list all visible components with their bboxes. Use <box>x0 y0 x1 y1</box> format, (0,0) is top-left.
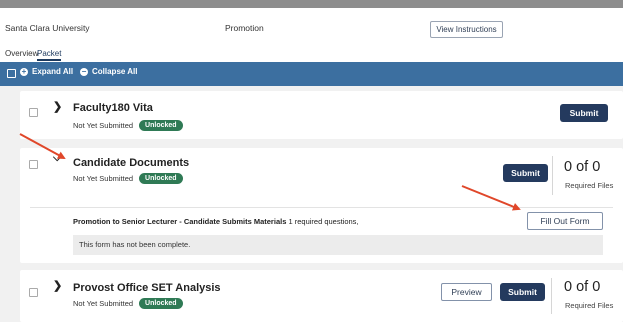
case-type: Promotion <box>225 23 264 33</box>
section-faculty180-vita: ❯ Faculty180 Vita Not Yet Submitted Unlo… <box>20 91 623 139</box>
unlocked-badge: Unlocked <box>139 298 183 309</box>
unlocked-badge: Unlocked <box>139 173 183 184</box>
unlocked-badge: Unlocked <box>139 120 183 131</box>
section-provost-office-set-analysis: ❯ Provost Office SET Analysis Not Yet Su… <box>20 270 623 322</box>
app-frame: Santa Clara University Promotion View In… <box>0 8 623 322</box>
section-candidate-documents: ⌵ Candidate Documents Not Yet Submitted … <box>20 148 623 263</box>
tab-overview[interactable]: Overview <box>5 49 38 58</box>
packet-toolbar: + Expand All − Collapse All <box>0 62 623 86</box>
chevron-down-icon[interactable]: ⌵ <box>53 152 61 165</box>
tab-packet[interactable]: Packet <box>37 49 62 61</box>
file-count: 0 of 0 <box>564 279 601 295</box>
section-checkbox[interactable] <box>29 160 38 169</box>
preview-button[interactable]: Preview <box>441 283 492 301</box>
form-row: Promotion to Senior Lecturer - Candidate… <box>73 217 359 226</box>
section-checkbox[interactable] <box>29 108 38 117</box>
section-status: Not Yet Submitted Unlocked <box>73 298 183 309</box>
submit-button[interactable]: Submit <box>500 283 545 301</box>
case-tabs: Overview Packet <box>0 48 623 62</box>
file-count: 0 of 0 <box>564 159 601 175</box>
section-title: Candidate Documents <box>73 157 190 169</box>
form-title: Promotion to Senior Lecturer - Candidate… <box>73 217 287 226</box>
section-checkbox[interactable] <box>29 288 38 297</box>
collapse-all-label: Collapse All <box>92 67 138 76</box>
chevron-right-icon[interactable]: ❯ <box>53 279 62 292</box>
collapse-all-button[interactable]: − Collapse All <box>80 67 138 76</box>
status-text: Not Yet Submitted <box>73 174 134 183</box>
expand-all-label: Expand All <box>32 67 74 76</box>
form-questions: 1 required questions, <box>288 217 359 226</box>
fill-out-form-button[interactable]: Fill Out Form <box>527 212 603 230</box>
expand-all-button[interactable]: + Expand All <box>20 67 73 76</box>
section-status: Not Yet Submitted Unlocked <box>73 173 183 184</box>
minus-circle-icon: − <box>80 66 88 76</box>
case-header: Santa Clara University Promotion View In… <box>0 8 623 48</box>
divider <box>552 156 553 195</box>
submit-button[interactable]: Submit <box>503 164 548 182</box>
divider <box>551 278 552 314</box>
section-title: Provost Office SET Analysis <box>73 282 221 294</box>
required-files-label: Required Files <box>565 181 614 190</box>
submit-button[interactable]: Submit <box>560 104 608 122</box>
chevron-right-icon[interactable]: ❯ <box>53 100 62 113</box>
form-status-note: This form has not been complete. <box>73 235 603 255</box>
section-title: Faculty180 Vita <box>73 102 153 114</box>
view-instructions-button[interactable]: View Instructions <box>430 21 503 38</box>
divider <box>30 207 613 208</box>
section-status: Not Yet Submitted Unlocked <box>73 120 183 131</box>
select-all-checkbox[interactable] <box>7 69 16 78</box>
status-text: Not Yet Submitted <box>73 121 134 130</box>
institution-name: Santa Clara University <box>5 23 90 33</box>
plus-circle-icon: + <box>20 66 28 76</box>
status-text: Not Yet Submitted <box>73 299 134 308</box>
required-files-label: Required Files <box>565 301 614 310</box>
